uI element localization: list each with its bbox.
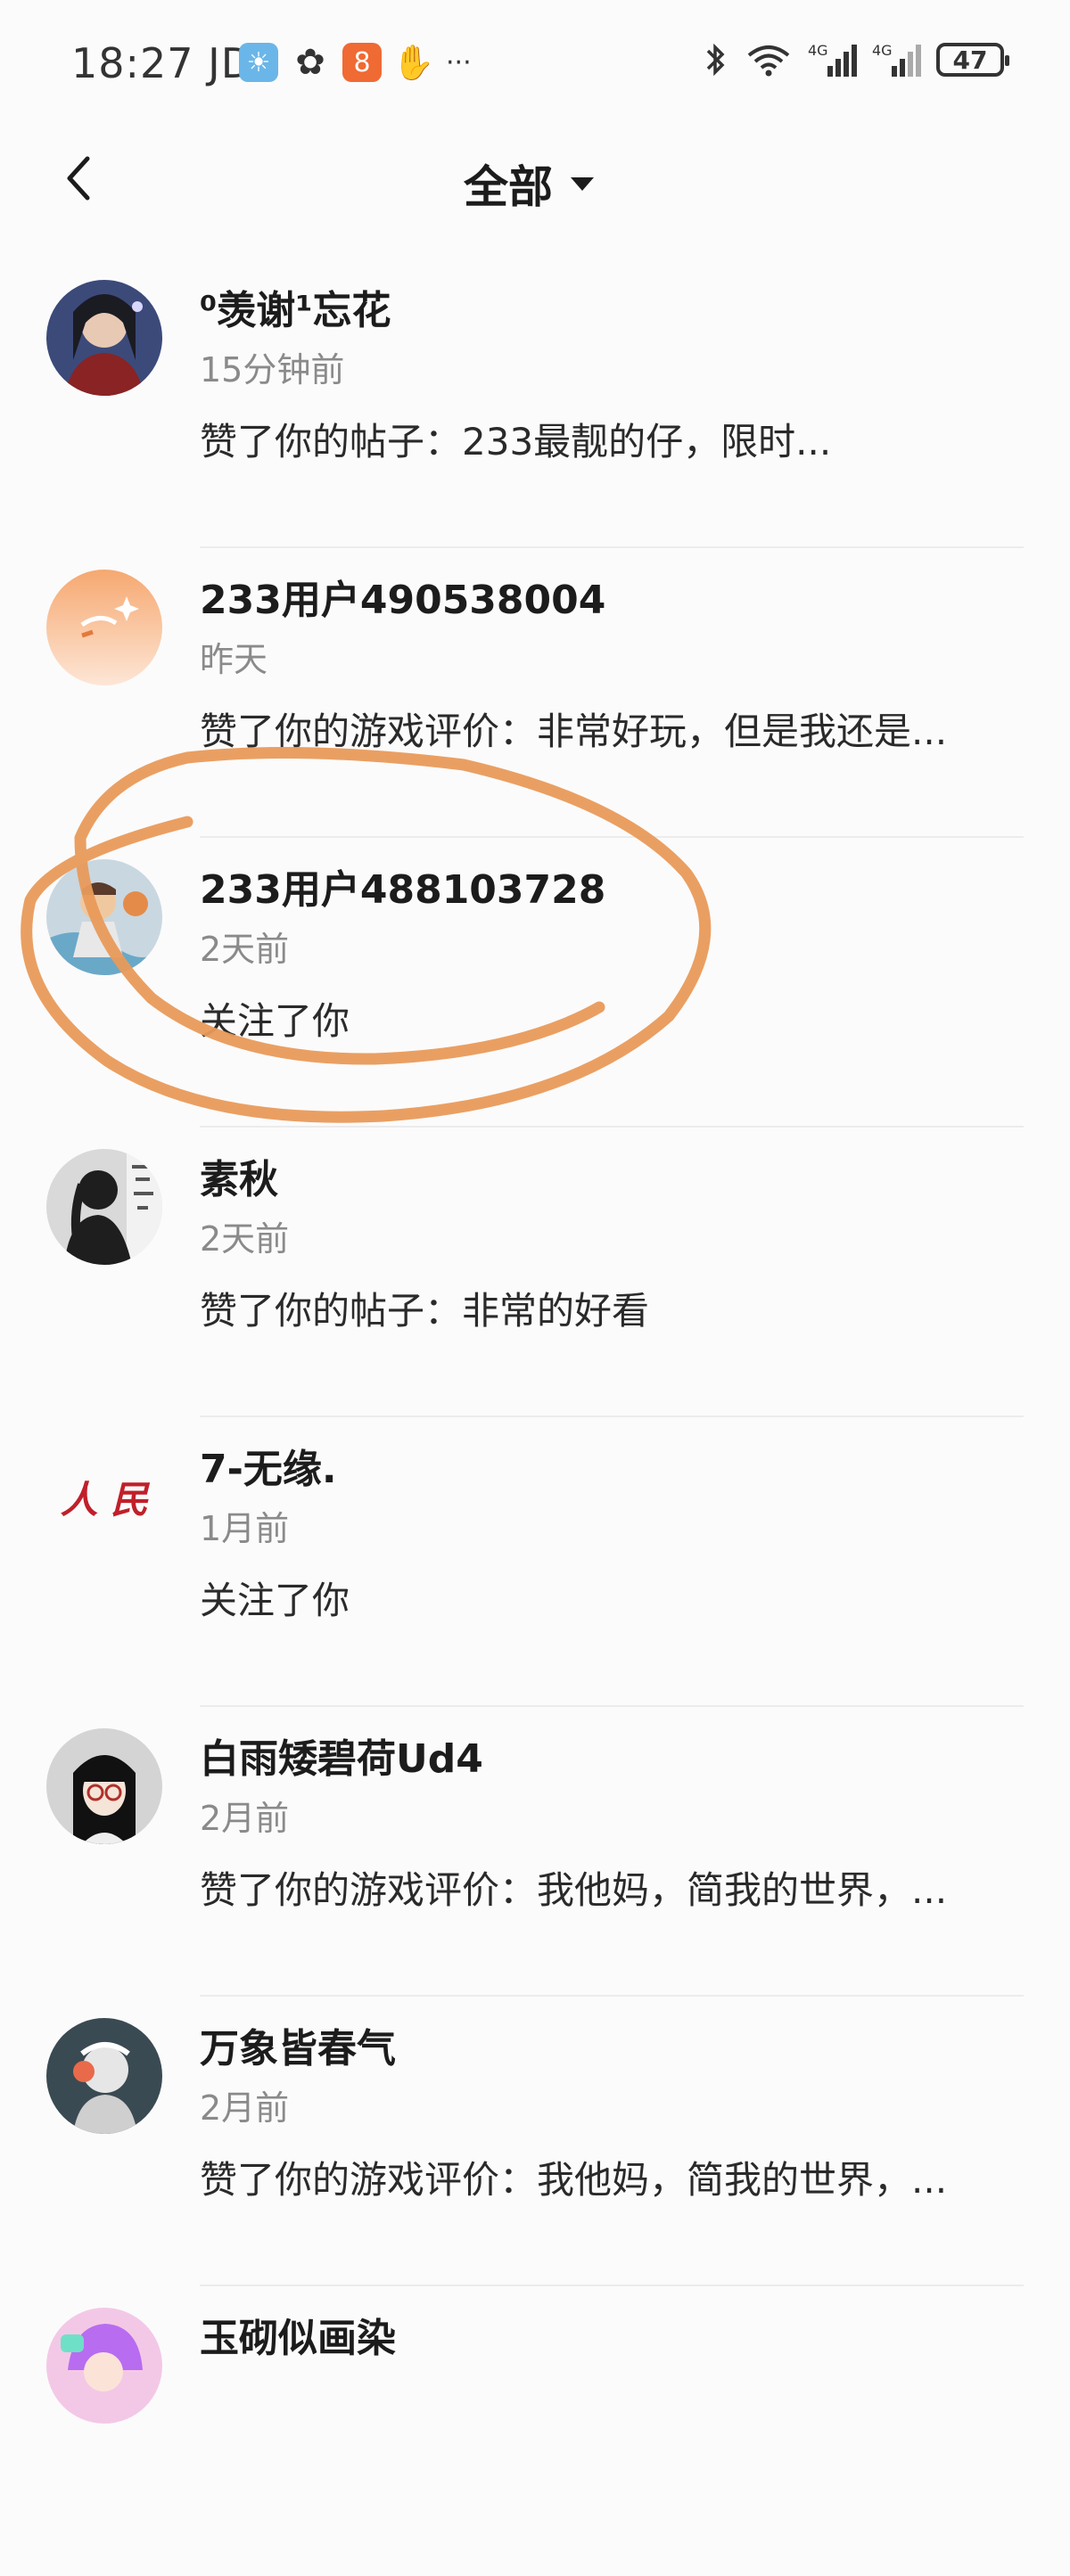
timestamp: 2天前 (200, 930, 290, 969)
timestamp: 2天前 (200, 1219, 290, 1259)
notification-item[interactable]: ⁰羡谢¹忘花 15分钟前 赞了你的帖子：233最靓的仔，限时... (0, 258, 1070, 548)
notification-item[interactable]: 233用户488103728 2天前 关注了你 (0, 838, 1070, 1128)
avatar-calligraphy: 人 民 (60, 1477, 149, 1522)
avatar[interactable] (46, 1728, 162, 1844)
avatar[interactable]: 人 民 (46, 1439, 162, 1555)
svg-text:4G: 4G (808, 42, 828, 59)
status-system-icons: 4G 4G 47 (703, 41, 1009, 78)
user-name[interactable]: ⁰羡谢¹忘花 (200, 278, 391, 335)
wifi-icon (747, 45, 790, 77)
signal-icon-2: 4G (872, 42, 921, 77)
battery-indicator: 47 (936, 43, 1009, 77)
header: 全部 (0, 134, 1070, 223)
avatar[interactable] (46, 2308, 162, 2424)
user-name[interactable]: 万象皆春气 (200, 2016, 396, 2073)
app-icon: 8 (342, 43, 382, 82)
notification-message: 关注了你 (200, 1579, 350, 1622)
notification-message: 关注了你 (200, 999, 350, 1043)
user-name[interactable]: 素秋 (200, 1147, 278, 1204)
notification-message: 赞了你的帖子：233最靓的仔，限时... (200, 420, 832, 464)
timestamp: 2月前 (200, 2088, 290, 2128)
user-name[interactable]: 白雨矮碧荷Ud4 (200, 1727, 483, 1784)
weather-icon: ☀ (239, 43, 278, 82)
notification-list: ⁰羡谢¹忘花 15分钟前 赞了你的帖子：233最靓的仔，限时... 233用户4… (0, 258, 1070, 2576)
more-icon: ··· (446, 46, 472, 78)
timestamp: 昨天 (200, 640, 268, 679)
avatar[interactable] (46, 859, 162, 975)
notification-item[interactable]: 玉砌似画染 (0, 2286, 1070, 2576)
filter-dropdown[interactable]: 全部 (464, 152, 596, 216)
status-time: 18:27 JD (71, 39, 254, 87)
notification-item[interactable]: 白雨矮碧荷Ud4 2月前 赞了你的游戏评价：我他妈，简我的世界，... (0, 1707, 1070, 1997)
user-name[interactable]: 7-无缘. (200, 1437, 337, 1494)
svg-text:4G: 4G (872, 42, 893, 59)
chevron-left-icon (67, 156, 90, 201)
avatar[interactable] (46, 280, 162, 396)
avatar[interactable] (46, 2018, 162, 2134)
timestamp: 15分钟前 (200, 350, 345, 390)
status-bar: 18:27 JD ☀ ✿ 8 ✋ ··· 4G 4G 47 (0, 0, 1070, 134)
user-name[interactable]: 玉砌似画染 (200, 2306, 396, 2363)
bluetooth-icon (706, 43, 725, 77)
timestamp: 1月前 (200, 1509, 290, 1548)
timestamp: 2月前 (200, 1799, 290, 1838)
avatar[interactable] (46, 1149, 162, 1265)
hand-icon: ✋ (392, 42, 435, 82)
status-notification-icons: ☀ ✿ 8 ✋ ··· (239, 42, 472, 83)
notification-item[interactable]: 233用户490538004 昨天 赞了你的游戏评价：非常好玩，但是我还是... (0, 548, 1070, 838)
user-name[interactable]: 233用户490538004 (200, 568, 605, 625)
back-button[interactable] (43, 143, 114, 214)
notification-message: 赞了你的游戏评价：我他妈，简我的世界，... (200, 2158, 948, 2202)
notification-item[interactable]: 素秋 2天前 赞了你的帖子：非常的好看 (0, 1128, 1070, 1417)
notification-message: 赞了你的帖子：非常的好看 (200, 1289, 650, 1333)
filter-label: 全部 (464, 161, 553, 213)
user-name[interactable]: 233用户488103728 (200, 857, 605, 915)
notification-message: 赞了你的游戏评价：我他妈，简我的世界，... (200, 1868, 948, 1912)
signal-icon-1: 4G (808, 42, 857, 77)
notification-item[interactable]: 万象皆春气 2月前 赞了你的游戏评价：我他妈，简我的世界，... (0, 1997, 1070, 2286)
wechat-icon: ✿ (295, 42, 325, 83)
notification-item[interactable]: 人 民 7-无缘. 1月前 关注了你 (0, 1417, 1070, 1707)
notification-message: 赞了你的游戏评价：非常好玩，但是我还是... (200, 710, 948, 753)
caret-down-icon (571, 177, 594, 191)
avatar[interactable] (46, 570, 162, 685)
